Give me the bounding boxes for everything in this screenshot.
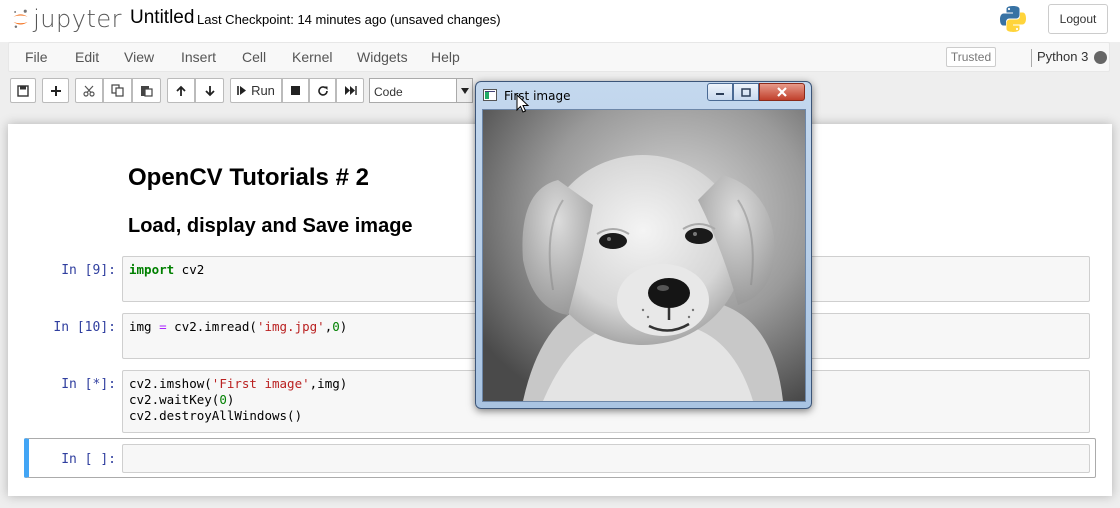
window-minimize-button[interactable]	[707, 83, 733, 101]
cell-type-select[interactable]: Code	[369, 78, 473, 103]
cell-type-value: Code	[374, 85, 403, 99]
code-keyword: import	[129, 262, 175, 277]
paste-icon	[141, 86, 153, 97]
displayed-image	[482, 109, 806, 402]
restart-icon	[317, 85, 328, 96]
arrow-down-icon	[204, 85, 215, 96]
cut-button[interactable]	[75, 78, 103, 103]
menu-cell[interactable]: Cell	[242, 49, 266, 65]
insert-cell-button[interactable]	[42, 78, 69, 103]
opencv-image-window[interactable]: First image	[475, 81, 812, 409]
stop-icon	[291, 86, 300, 95]
menu-kernel[interactable]: Kernel	[292, 49, 332, 65]
window-maximize-button[interactable]	[733, 83, 759, 101]
save-button[interactable]	[10, 78, 36, 103]
cell-prompt: In [9]:	[61, 263, 116, 278]
save-icon	[17, 84, 29, 97]
checkpoint-status: Last Checkpoint: 14 minutes ago	[197, 12, 387, 27]
jupyter-logo-icon	[13, 9, 28, 29]
menu-widgets[interactable]: Widgets	[357, 49, 408, 65]
menu-file[interactable]: File	[25, 49, 48, 65]
autosave-status: (unsaved changes)	[390, 12, 501, 27]
cell-prompt: In [ ]:	[61, 452, 116, 467]
copy-button[interactable]	[103, 78, 132, 103]
paste-button[interactable]	[132, 78, 161, 103]
header: jupyter Untitled Last Checkpoint: 14 min…	[0, 0, 1120, 42]
minimize-icon	[716, 93, 724, 95]
jupyter-logo-text: jupyter	[33, 5, 122, 33]
close-icon	[777, 87, 787, 97]
move-up-button[interactable]	[167, 78, 195, 103]
trusted-indicator[interactable]: Trusted	[946, 47, 996, 67]
kernel-divider	[1031, 49, 1032, 67]
menu-help[interactable]: Help	[431, 49, 460, 65]
dropdown-arrow-icon[interactable]	[456, 79, 472, 102]
python-logo-icon	[1000, 6, 1026, 32]
run-label: Run	[251, 83, 275, 98]
window-close-button[interactable]	[759, 83, 805, 101]
cell-prompt: In [*]:	[61, 377, 116, 392]
menu-insert[interactable]: Insert	[181, 49, 216, 65]
notebook-title[interactable]: Untitled	[130, 7, 194, 29]
kernel-busy-indicator	[1094, 51, 1107, 64]
code-cell-input-empty[interactable]	[122, 444, 1090, 473]
interrupt-button[interactable]	[282, 78, 309, 103]
cell-prompt: In [10]:	[53, 320, 116, 335]
jupyter-logo[interactable]: jupyter	[12, 4, 122, 34]
run-icon	[237, 86, 247, 95]
restart-button[interactable]	[309, 78, 336, 103]
menu-edit[interactable]: Edit	[75, 49, 99, 65]
markdown-heading-2: Load, display and Save image	[128, 215, 413, 237]
cut-icon	[83, 85, 95, 97]
puppy-image	[483, 110, 805, 401]
restart-run-all-button[interactable]	[336, 78, 364, 103]
markdown-heading-1: OpenCV Tutorials # 2	[128, 164, 369, 191]
kernel-name: Python 3	[1037, 49, 1089, 64]
run-button[interactable]: Run	[230, 78, 282, 103]
window-app-icon	[483, 89, 497, 101]
mouse-cursor-icon	[516, 94, 530, 113]
window-title: First image	[504, 89, 571, 103]
move-down-button[interactable]	[195, 78, 224, 103]
copy-icon	[111, 84, 124, 97]
maximize-icon	[741, 87, 751, 97]
arrow-up-icon	[176, 85, 186, 96]
logout-button[interactable]: Logout	[1048, 4, 1108, 34]
menu-view[interactable]: View	[124, 49, 154, 65]
fast-forward-icon	[344, 86, 357, 95]
menubar: File Edit View Insert Cell Kernel Widget…	[8, 42, 1110, 72]
plus-icon	[50, 85, 61, 96]
